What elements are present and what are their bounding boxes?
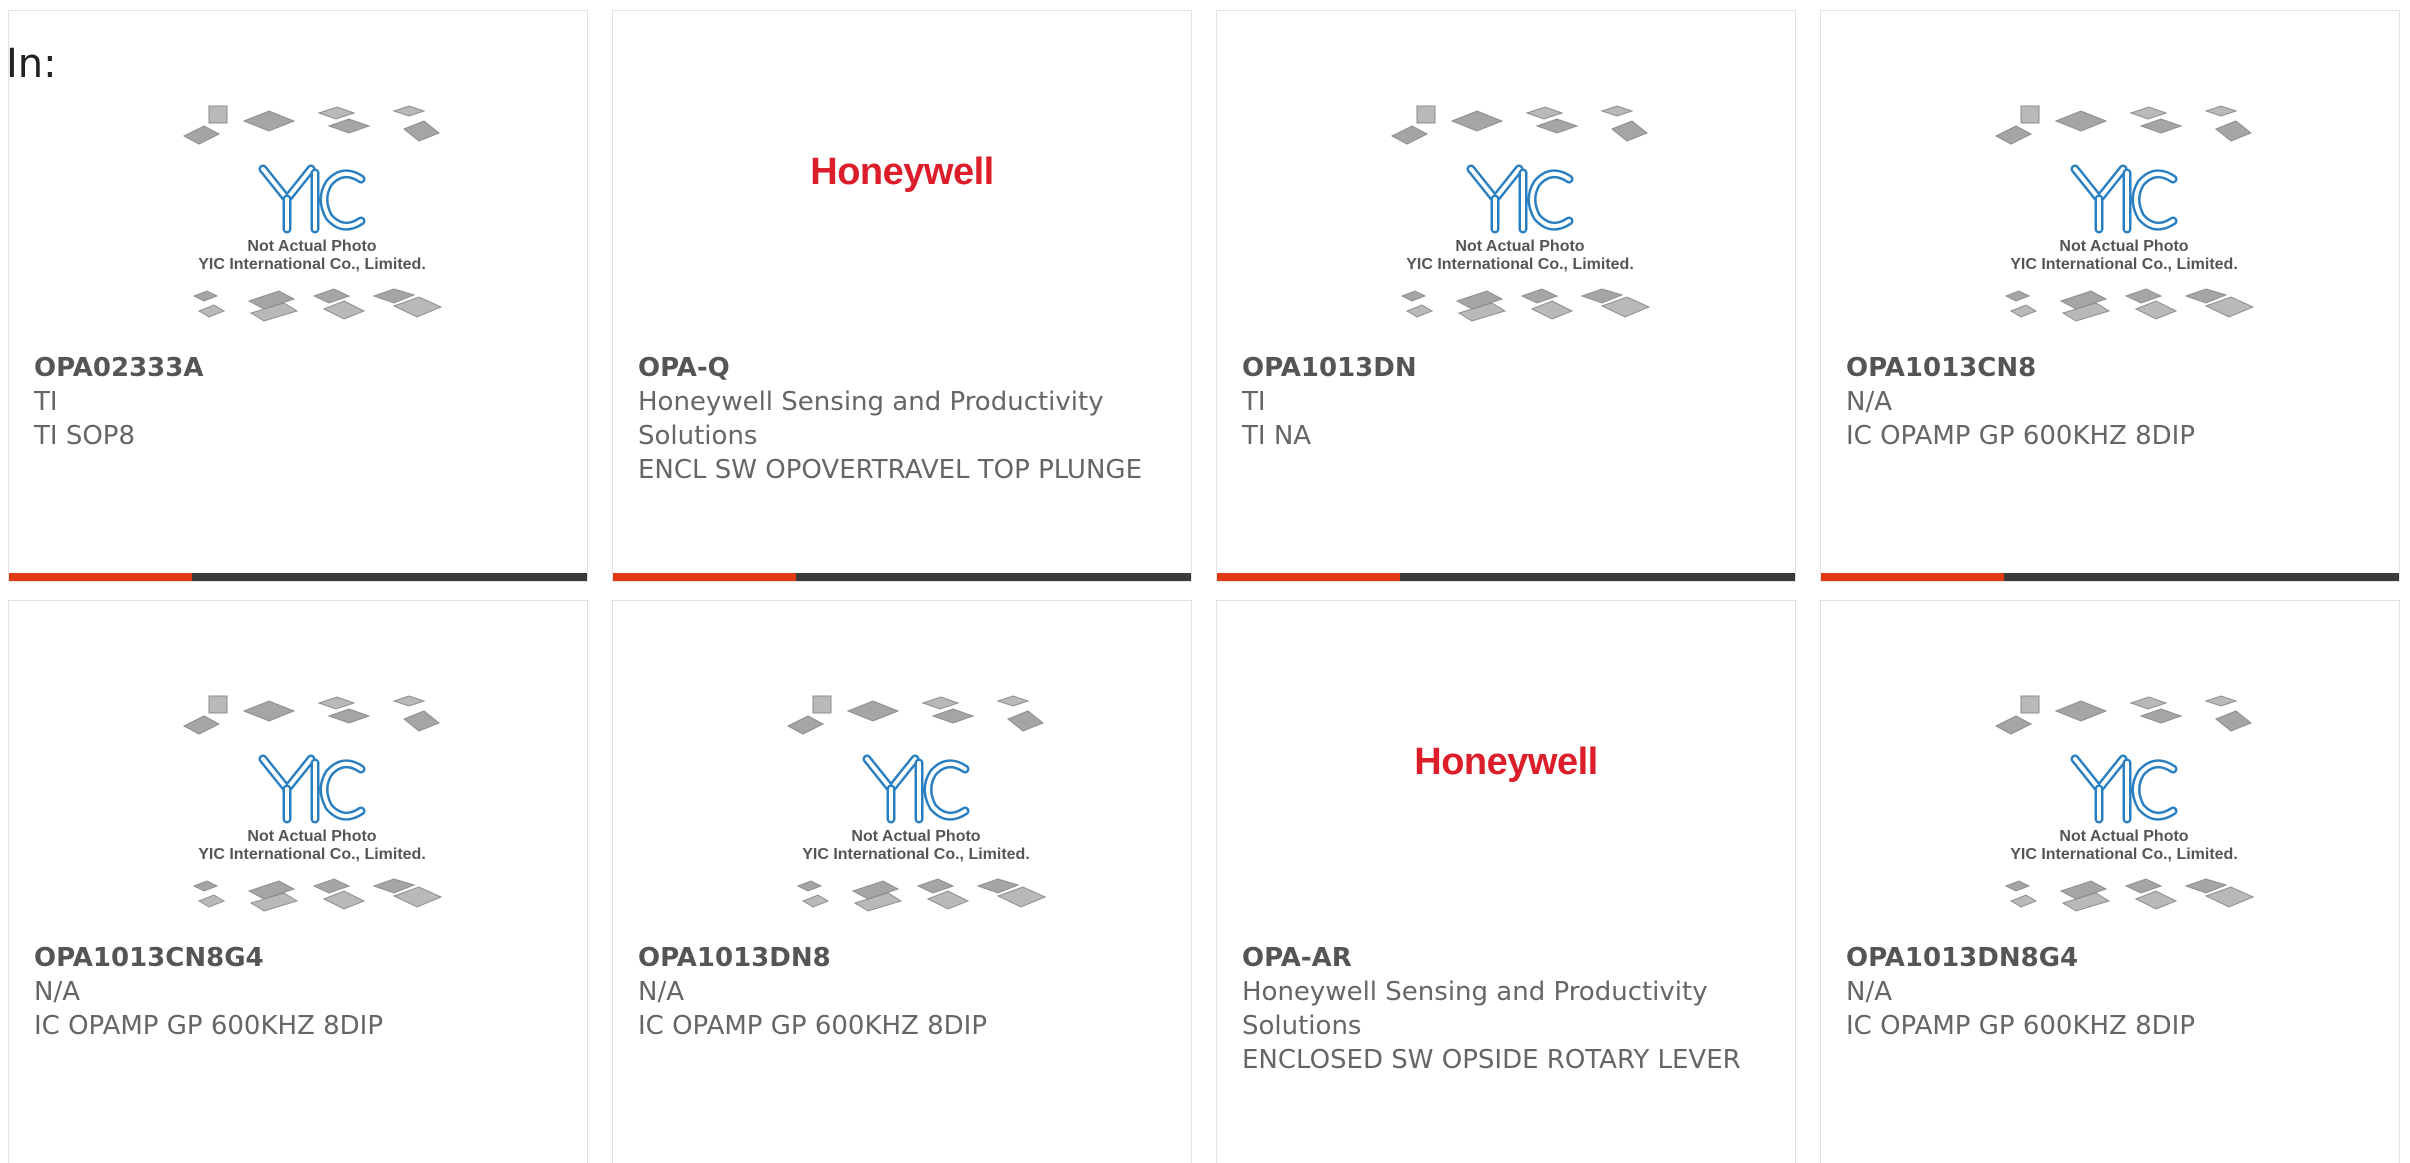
product-image[interactable]: Not Actual Photo YIC International Co., L… (613, 601, 1191, 941)
card-accent-bar (1821, 573, 2004, 581)
not-actual-photo-placeholder: Not Actual Photo YIC International Co., L… (1387, 101, 1653, 341)
product-info: OPA1013DN8 N/A IC OPAMP GP 600KHZ 8DIP (638, 941, 1171, 1043)
chip-packages-icon (2004, 878, 2255, 912)
yic-logo-icon (2070, 754, 2178, 824)
part-number-link[interactable]: OPA-AR (1242, 941, 1775, 975)
not-actual-photo-placeholder: Not Actual Photo YIC International Co., L… (783, 691, 1049, 931)
placeholder-caption: Not Actual Photo (2059, 828, 2189, 845)
card-accent-bar (613, 573, 796, 581)
manufacturer: N/A (34, 977, 80, 1007)
product-info: OPA-Q Honeywell Sensing and Productivity … (638, 351, 1171, 487)
product-description: ENCLOSED SW OPSIDE ROTARY LEVER (1242, 1045, 1741, 1075)
card-accent-bar (1217, 573, 1400, 581)
chip-packages-icon (182, 695, 440, 735)
chip-packages-icon (1994, 695, 2252, 735)
product-card[interactable]: Not Actual Photo YIC International Co., L… (8, 600, 588, 1163)
product-description: IC OPAMP GP 600KHZ 8DIP (1846, 1011, 2196, 1041)
chip-packages-icon (796, 878, 1047, 912)
part-number-link[interactable]: OPA1013CN8 (1846, 351, 2379, 385)
manufacturer: TI (34, 387, 58, 417)
card-bottom-bar (1217, 573, 1795, 581)
manufacturer: N/A (1846, 977, 1892, 1007)
product-card[interactable]: Not Actual Photo YIC International Co., L… (8, 10, 588, 582)
not-actual-photo-placeholder: Not Actual Photo YIC International Co., L… (1991, 101, 2257, 341)
yic-logo-icon (862, 754, 970, 824)
part-number-link[interactable]: OPA1013DN8 (638, 941, 1171, 975)
card-bottom-bar (613, 573, 1191, 581)
product-info: OPA1013DN TI TI NA (1242, 351, 1775, 453)
in-label: In: (6, 41, 57, 87)
chip-packages-icon (1994, 105, 2252, 145)
product-description: IC OPAMP GP 600KHZ 8DIP (1846, 421, 2196, 451)
chip-packages-icon (1390, 105, 1648, 145)
part-number-link[interactable]: OPA1013CN8G4 (34, 941, 567, 975)
manufacturer: N/A (638, 977, 684, 1007)
placeholder-company: YIC International Co., Limited. (802, 846, 1030, 863)
placeholder-company: YIC International Co., Limited. (198, 846, 426, 863)
placeholder-company: YIC International Co., Limited. (2010, 256, 2238, 273)
chip-packages-icon (786, 695, 1044, 735)
product-description: TI SOP8 (34, 421, 136, 451)
part-number-link[interactable]: OPA1013DN8G4 (1846, 941, 2379, 975)
part-number-link[interactable]: OPA1013DN (1242, 351, 1775, 385)
placeholder-caption: Not Actual Photo (247, 238, 377, 255)
not-actual-photo-placeholder: Not Actual Photo YIC International Co., L… (179, 691, 445, 931)
honeywell-logo: Honeywell (1414, 741, 1598, 783)
card-bottom-bar (9, 573, 587, 581)
chip-packages-icon (2004, 288, 2255, 322)
product-info: OPA02333A TI TI SOP8 (34, 351, 567, 453)
part-number-link[interactable]: OPA02333A (34, 351, 567, 385)
card-bottom-bar (1821, 573, 2399, 581)
product-card[interactable]: Not Actual Photo YIC International Co., L… (1820, 10, 2400, 582)
yic-logo-icon (258, 754, 366, 824)
placeholder-company: YIC International Co., Limited. (2010, 846, 2238, 863)
honeywell-logo: Honeywell (810, 151, 994, 193)
product-card[interactable]: Honeywell OPA-AR Honeywell Sensing and Pro… (1216, 600, 1796, 1163)
product-grid-page: In: Not Actual Photo YIC International Co… (0, 0, 2410, 1163)
yic-logo-icon (1466, 164, 1574, 234)
manufacturer: N/A (1846, 387, 1892, 417)
chip-packages-icon (1400, 288, 1651, 322)
placeholder-caption: Not Actual Photo (247, 828, 377, 845)
product-description: TI NA (1242, 421, 1312, 451)
not-actual-photo-placeholder: Not Actual Photo YIC International Co., L… (179, 101, 445, 341)
product-card[interactable]: Honeywell OPA-Q Honeywell Sensing and Prod… (612, 10, 1192, 582)
product-image[interactable]: Honeywell (1217, 601, 1795, 941)
product-card[interactable]: Not Actual Photo YIC International Co., L… (1820, 600, 2400, 1163)
product-info: OPA-AR Honeywell Sensing and Productivity… (1242, 941, 1775, 1077)
placeholder-company: YIC International Co., Limited. (1406, 256, 1634, 273)
product-image[interactable]: Not Actual Photo YIC International Co., L… (1821, 11, 2399, 351)
product-description: IC OPAMP GP 600KHZ 8DIP (34, 1011, 384, 1041)
product-info: OPA1013CN8 N/A IC OPAMP GP 600KHZ 8DIP (1846, 351, 2379, 453)
chip-packages-icon (192, 878, 443, 912)
placeholder-caption: Not Actual Photo (851, 828, 981, 845)
manufacturer: TI (1242, 387, 1266, 417)
manufacturer: Honeywell Sensing and Productivity Solut… (1242, 977, 1708, 1041)
product-grid: Not Actual Photo YIC International Co., L… (8, 10, 2408, 1163)
manufacturer: Honeywell Sensing and Productivity Solut… (638, 387, 1104, 451)
product-image[interactable]: Not Actual Photo YIC International Co., L… (9, 601, 587, 941)
product-image[interactable]: Not Actual Photo YIC International Co., L… (1217, 11, 1795, 351)
product-image[interactable]: Not Actual Photo YIC International Co., L… (9, 11, 587, 351)
product-image[interactable]: Honeywell (613, 11, 1191, 351)
placeholder-caption: Not Actual Photo (1455, 238, 1585, 255)
placeholder-company: YIC International Co., Limited. (198, 256, 426, 273)
not-actual-photo-placeholder: Not Actual Photo YIC International Co., L… (1991, 691, 2257, 931)
chip-packages-icon (192, 288, 443, 322)
part-number-link[interactable]: OPA-Q (638, 351, 1171, 385)
product-info: OPA1013DN8G4 N/A IC OPAMP GP 600KHZ 8DIP (1846, 941, 2379, 1043)
product-description: IC OPAMP GP 600KHZ 8DIP (638, 1011, 988, 1041)
product-info: OPA1013CN8G4 N/A IC OPAMP GP 600KHZ 8DIP (34, 941, 567, 1043)
placeholder-caption: Not Actual Photo (2059, 238, 2189, 255)
product-image[interactable]: Not Actual Photo YIC International Co., L… (1821, 601, 2399, 941)
card-accent-bar (9, 573, 192, 581)
yic-logo-icon (2070, 164, 2178, 234)
chip-packages-icon (182, 105, 440, 145)
yic-logo-icon (258, 164, 366, 234)
product-card[interactable]: Not Actual Photo YIC International Co., L… (1216, 10, 1796, 582)
product-description: ENCL SW OPOVERTRAVEL TOP PLUNGE (638, 455, 1142, 485)
product-card[interactable]: Not Actual Photo YIC International Co., L… (612, 600, 1192, 1163)
